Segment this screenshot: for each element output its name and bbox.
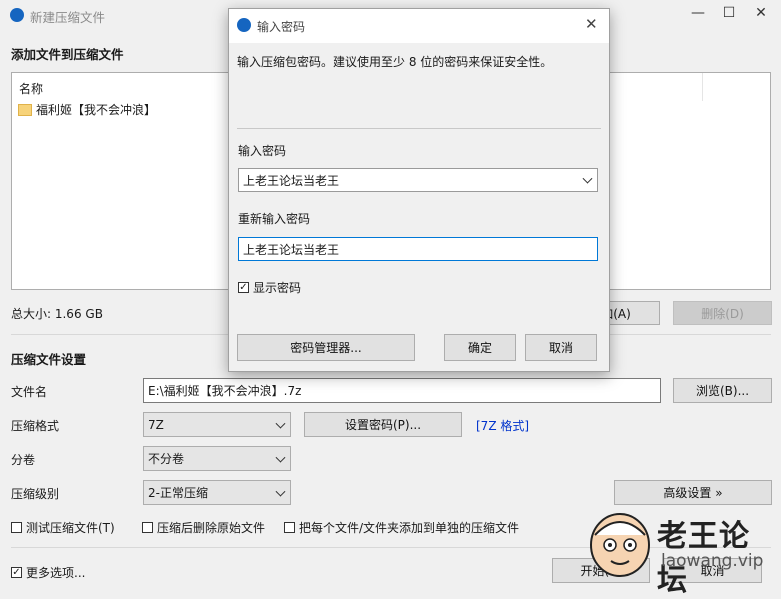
dialog-title-bar: 输入密码 ✕: [229, 9, 609, 43]
folder-icon: [18, 103, 32, 116]
show-password-label: 显示密码: [253, 281, 302, 295]
show-password-option[interactable]: ✓ 显示密码: [238, 279, 301, 296]
minimize-button[interactable]: —: [683, 5, 713, 21]
more-options-checkbox[interactable]: ✓: [11, 567, 22, 578]
filename-input[interactable]: E:\福利姬【我不会冲浪】.7z: [143, 378, 661, 403]
total-size: 总大小: 1.66 GB: [11, 307, 103, 321]
password-manager-button[interactable]: 密码管理器...: [237, 334, 415, 361]
separate-archives-option[interactable]: 把每个文件/文件夹添加到单独的压缩文件: [284, 519, 519, 536]
separate-archives-checkbox[interactable]: [284, 522, 295, 533]
close-icon[interactable]: ✕: [585, 15, 598, 33]
mascot-face-icon: [590, 513, 650, 577]
filename-label: 文件名: [11, 385, 48, 399]
password-dialog: 输入密码 ✕ 输入压缩包密码。建议使用至少 8 位的密码来保证安全性。 输入密码…: [228, 8, 610, 372]
delete-after-checkbox[interactable]: [142, 522, 153, 533]
maximize-button[interactable]: ☐: [714, 5, 744, 21]
close-button[interactable]: ✕: [746, 5, 776, 21]
separate-archives-label: 把每个文件/文件夹添加到单独的压缩文件: [299, 521, 520, 535]
test-archive-checkbox[interactable]: [11, 522, 22, 533]
chevron-down-icon: [275, 418, 286, 429]
reenter-password-label: 重新输入密码: [238, 212, 311, 226]
format-link[interactable]: [7Z 格式]: [476, 417, 529, 434]
dialog-description: 输入压缩包密码。建议使用至少 8 位的密码来保证安全性。: [237, 55, 553, 69]
list-item-label: 福利姬【我不会冲浪】: [36, 103, 157, 117]
show-password-checkbox[interactable]: ✓: [238, 282, 249, 293]
app-icon: [10, 8, 24, 22]
dialog-cancel-button[interactable]: 取消: [525, 334, 597, 361]
browse-button[interactable]: 浏览(B)...: [673, 378, 772, 403]
more-options-option[interactable]: ✓ 更多选项...: [11, 564, 85, 581]
watermark-url: laowang.vip: [661, 551, 764, 571]
level-label: 压缩级别: [11, 487, 60, 501]
test-archive-label: 测试压缩文件(T): [26, 521, 115, 535]
volume-select-value: 不分卷: [148, 452, 185, 466]
delete-after-option[interactable]: 压缩后删除原始文件: [142, 519, 265, 536]
chevron-down-icon: [275, 452, 286, 463]
delete-after-label: 压缩后删除原始文件: [157, 521, 266, 535]
format-select-value: 7Z: [148, 417, 164, 432]
volume-label: 分卷: [11, 453, 36, 467]
format-label: 压缩格式: [11, 419, 60, 433]
chevron-down-icon: [275, 486, 286, 497]
list-item[interactable]: 福利姬【我不会冲浪】: [18, 101, 156, 118]
chevron-down-icon[interactable]: [582, 173, 593, 184]
reenter-password-input[interactable]: 上老王论坛当老王: [238, 237, 598, 261]
delete-button[interactable]: 删除(D): [673, 301, 772, 325]
dialog-divider: [237, 128, 601, 129]
settings-heading: 压缩文件设置: [11, 352, 87, 367]
ok-button[interactable]: 确定: [444, 334, 516, 361]
password-input-value: 上老王论坛当老王: [243, 173, 340, 188]
advanced-settings-button[interactable]: 高级设置 »: [614, 480, 772, 505]
dialog-description-area: 输入压缩包密码。建议使用至少 8 位的密码来保证安全性。: [229, 43, 609, 129]
add-files-heading: 添加文件到压缩文件: [11, 47, 124, 62]
set-password-button[interactable]: 设置密码(P)...: [304, 412, 462, 437]
window-title: 新建压缩文件: [30, 10, 106, 25]
column-header-name[interactable]: 名称: [19, 80, 43, 97]
level-select[interactable]: 2-正常压缩: [143, 480, 291, 505]
password-input[interactable]: 上老王论坛当老王: [238, 168, 598, 192]
test-archive-option[interactable]: 测试压缩文件(T): [11, 519, 115, 536]
more-options-label: 更多选项...: [26, 566, 86, 580]
app-icon: [237, 18, 251, 32]
password-label: 输入密码: [238, 144, 287, 158]
level-select-value: 2-正常压缩: [148, 486, 208, 500]
column-divider: [702, 73, 703, 101]
volume-select[interactable]: 不分卷: [143, 446, 291, 471]
dialog-title: 输入密码: [257, 20, 306, 34]
format-select[interactable]: 7Z: [143, 412, 291, 437]
watermark: 老王论坛 laowang.vip: [585, 505, 775, 598]
